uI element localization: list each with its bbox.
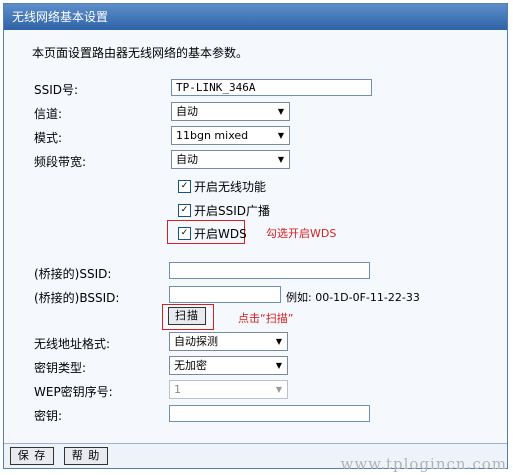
mode-value: 11bgn mixed <box>176 129 249 142</box>
address-format-label: 无线地址格式: <box>34 337 111 351</box>
bridge-bssid-input[interactable] <box>169 286 281 303</box>
watermark: www.tplogincn.com <box>340 455 507 473</box>
key-type-label: 密钥类型: <box>34 361 87 375</box>
help-button[interactable]: 帮 助 <box>64 447 108 465</box>
check-icon[interactable]: ✓ <box>178 180 191 193</box>
bssid-example: 例如: 00-1D-0F-11-22-33 <box>286 291 420 304</box>
scan-annotation: 点击“扫描” <box>238 312 294 325</box>
chevron-down-icon: ▼ <box>275 337 283 346</box>
address-format-value: 自动探测 <box>174 335 218 348</box>
wds-toggle[interactable]: ✓ 开启WDS <box>178 225 247 242</box>
wds-annotation: 勾选开启WDS <box>266 227 337 240</box>
wep-index-value: 1 <box>174 383 181 396</box>
mode-label: 模式: <box>34 131 63 145</box>
bridge-ssid-label: (桥接的)SSID: <box>34 267 112 281</box>
ssid-input[interactable] <box>171 79 372 96</box>
wireless-toggle[interactable]: ✓ 开启无线功能 <box>178 178 266 195</box>
bridge-bssid-label: (桥接的)BSSID: <box>34 291 120 305</box>
bandwidth-select[interactable]: 自动 ▼ <box>171 150 290 169</box>
bandwidth-value: 自动 <box>176 153 198 166</box>
chevron-down-icon: ▼ <box>275 361 283 370</box>
address-format-select[interactable]: 自动探测 ▼ <box>169 332 288 351</box>
channel-select[interactable]: 自动 ▼ <box>171 102 290 121</box>
key-type-select[interactable]: 无加密 ▼ <box>169 356 288 375</box>
settings-panel: 无线网络基本设置 本页面设置路由器无线网络的基本参数。 SSID号: 信道: 自… <box>3 3 508 469</box>
panel-title: 无线网络基本设置 <box>4 4 507 30</box>
intro-text: 本页面设置路由器无线网络的基本参数。 <box>32 46 249 60</box>
channel-value: 自动 <box>176 105 198 118</box>
key-type-value: 无加密 <box>174 359 207 372</box>
chevron-down-icon: ▼ <box>277 107 285 116</box>
wds-toggle-label: 开启WDS <box>194 227 247 241</box>
bandwidth-label: 频段带宽: <box>34 155 87 169</box>
save-button[interactable]: 保 存 <box>10 447 54 465</box>
ssid-label: SSID号: <box>34 83 79 97</box>
wireless-toggle-label: 开启无线功能 <box>194 180 267 194</box>
mode-select[interactable]: 11bgn mixed ▼ <box>171 126 290 145</box>
wep-index-select[interactable]: 1 ▼ <box>169 380 288 399</box>
wep-index-label: WEP密钥序号: <box>34 385 113 399</box>
key-label: 密钥: <box>34 409 63 423</box>
ssid-broadcast-toggle[interactable]: ✓ 开启SSID广播 <box>178 202 270 219</box>
check-icon[interactable]: ✓ <box>178 227 191 240</box>
check-icon[interactable]: ✓ <box>178 204 191 217</box>
key-input[interactable] <box>169 405 370 422</box>
channel-label: 信道: <box>34 107 63 121</box>
scan-button[interactable]: 扫描 <box>168 307 206 325</box>
chevron-down-icon: ▼ <box>277 131 285 140</box>
bridge-ssid-input[interactable] <box>169 262 370 279</box>
ssid-broadcast-label: 开启SSID广播 <box>194 204 271 218</box>
chevron-down-icon: ▼ <box>275 385 283 394</box>
chevron-down-icon: ▼ <box>277 155 285 164</box>
